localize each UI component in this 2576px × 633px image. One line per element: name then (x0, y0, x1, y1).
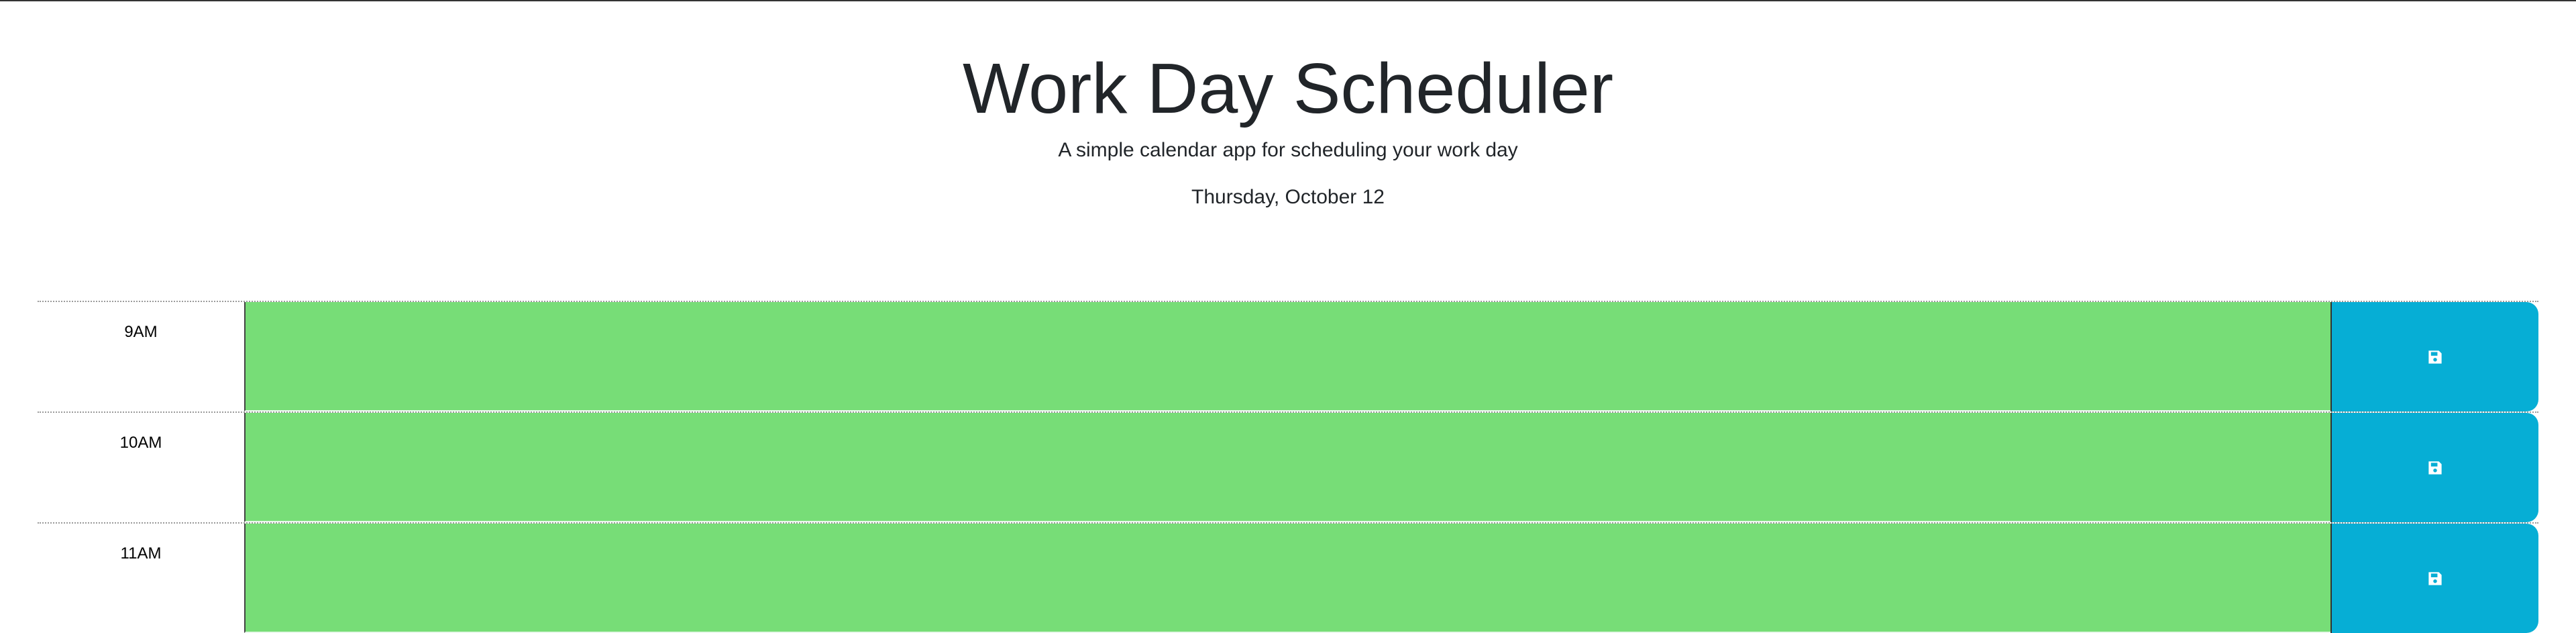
save-button[interactable] (2330, 524, 2538, 633)
time-block-9am: 9AM (38, 301, 2538, 411)
save-button[interactable] (2330, 302, 2538, 411)
time-block-container: 9AM 10AM 11AM (38, 301, 2538, 633)
time-block-10am: 10AM (38, 411, 2538, 522)
hour-label: 11AM (38, 524, 244, 633)
floppy-disk-icon (2428, 571, 2442, 585)
hour-label: 10AM (38, 413, 244, 522)
floppy-disk-icon (2428, 460, 2442, 475)
hour-label: 9AM (38, 302, 244, 411)
page-subtitle: A simple calendar app for scheduling you… (1058, 139, 1518, 161)
event-description-input[interactable] (244, 524, 2330, 633)
floppy-disk-icon (2428, 350, 2442, 364)
top-rule (0, 0, 2576, 1)
event-description-input[interactable] (244, 302, 2330, 411)
event-description-input[interactable] (244, 413, 2330, 522)
current-day: Thursday, October 12 (1191, 186, 1385, 208)
time-block-11am: 11AM (38, 522, 2538, 633)
save-button[interactable] (2330, 413, 2538, 522)
page-title: Work Day Scheduler (962, 49, 1614, 128)
